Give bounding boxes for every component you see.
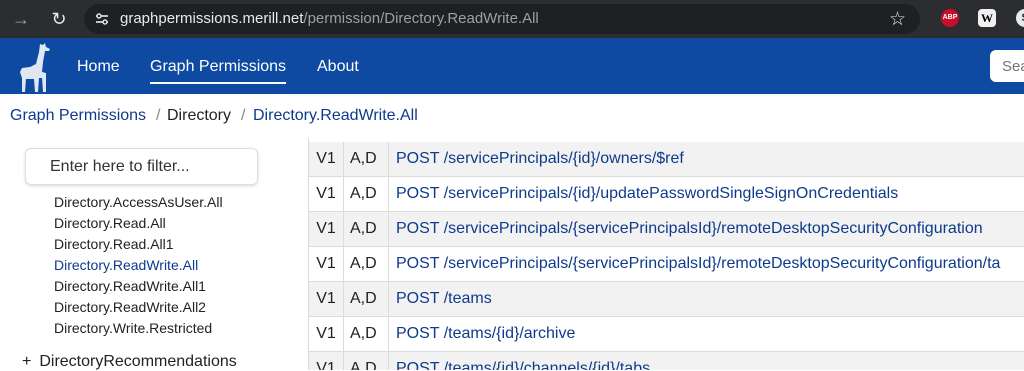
breadcrumb-graph-permissions[interactable]: Graph Permissions	[10, 107, 146, 125]
reload-icon[interactable]: ↻	[46, 6, 72, 32]
sidebar-item-directory-write-restricted[interactable]: Directory.Write.Restricted	[54, 320, 212, 336]
table-row: V1 A,D POST /servicePrincipals/{serviceP…	[309, 212, 1024, 247]
api-link[interactable]: POST /teams	[396, 282, 492, 316]
type-cell: A,D	[344, 247, 389, 281]
breadcrumb-directory[interactable]: Directory	[167, 107, 231, 125]
nav-home[interactable]: Home	[77, 58, 120, 76]
site-search-input[interactable]	[990, 50, 1024, 82]
table-row: V1 A,D POST /teams/{id}/channels/{id}/ta…	[309, 352, 1024, 370]
api-link[interactable]: POST /servicePrincipals/{servicePrincipa…	[396, 247, 1000, 281]
api-table: V1 A,D POST /servicePrincipals/{id}/owne…	[308, 138, 1024, 370]
breadcrumb-current: Directory.ReadWrite.All	[253, 107, 418, 124]
api-link[interactable]: POST /servicePrincipals/{id}/updatePassw…	[396, 177, 898, 211]
address-bar[interactable]: graphpermissions.merill.net/permission/D…	[84, 4, 920, 34]
version-cell: V1	[309, 247, 344, 281]
version-cell: V1	[309, 142, 344, 176]
browser-toolbar: → ↻ graphpermissions.merill.net/permissi…	[0, 0, 1024, 38]
type-cell: A,D	[344, 317, 389, 351]
table-row: V1 A,D POST /servicePrincipals/{id}/owne…	[309, 142, 1024, 177]
sidebar-item-directory-accessasuser-all[interactable]: Directory.AccessAsUser.All	[54, 194, 223, 210]
type-cell: A,D	[344, 352, 389, 370]
api-link[interactable]: POST /teams/{id}/archive	[396, 317, 575, 351]
breadcrumb: Graph Permissions / Directory / Director…	[0, 94, 1024, 139]
sidebar-group-label: DirectoryRecommendations	[39, 353, 237, 370]
forward-icon[interactable]: →	[8, 6, 34, 32]
site-settings-icon[interactable]	[94, 11, 110, 27]
version-cell: V1	[309, 317, 344, 351]
api-link[interactable]: POST /servicePrincipals/{servicePrincipa…	[396, 212, 983, 246]
type-cell: A,D	[344, 142, 389, 176]
bookmark-star-icon[interactable]: ☆	[889, 8, 906, 31]
version-cell: V1	[309, 352, 344, 370]
table-row: V1 A,D POST /servicePrincipals/{id}/upda…	[309, 177, 1024, 212]
permission-sidebar: Directory.AccessAsUser.All Directory.Rea…	[0, 138, 308, 370]
table-row: V1 A,D POST /teams/{id}/archive	[309, 317, 1024, 352]
filter-input[interactable]	[25, 148, 258, 185]
site-navbar: Home Graph Permissions About	[0, 38, 1024, 94]
nav-graph-permissions[interactable]: Graph Permissions	[150, 58, 287, 84]
sidebar-item-directory-read-all1[interactable]: Directory.Read.All1	[54, 236, 174, 252]
url-text[interactable]: graphpermissions.merill.net/permission/D…	[120, 10, 539, 27]
url-path: /permission/Directory.ReadWrite.All	[303, 10, 539, 27]
version-cell: V1	[309, 177, 344, 211]
type-cell: A,D	[344, 212, 389, 246]
sidebar-item-directory-readwrite-all[interactable]: Directory.ReadWrite.All	[54, 257, 198, 273]
sidebar-item-directory-readwrite-all2[interactable]: Directory.ReadWrite.All2	[54, 299, 206, 315]
giraffe-logo-icon[interactable]	[12, 42, 60, 92]
version-cell: V1	[309, 282, 344, 316]
sidebar-item-directory-read-all[interactable]: Directory.Read.All	[54, 215, 166, 231]
extension-s-icon[interactable]: S	[1016, 9, 1024, 27]
breadcrumb-separator: /	[156, 107, 161, 124]
sidebar-item-directory-readwrite-all1[interactable]: Directory.ReadWrite.All1	[54, 278, 206, 294]
api-link[interactable]: POST /teams/{id}/channels/{id}/tabs	[396, 352, 650, 370]
nav-about[interactable]: About	[317, 58, 359, 76]
table-row: V1 A,D POST /teams	[309, 282, 1024, 317]
version-cell: V1	[309, 212, 344, 246]
sidebar-group-directoryrecommendations[interactable]: + DirectoryRecommendations	[22, 353, 237, 371]
table-row: V1 A,D POST /servicePrincipals/{serviceP…	[309, 247, 1024, 282]
api-link[interactable]: POST /servicePrincipals/{id}/owners/$ref	[396, 142, 684, 176]
expand-plus-icon[interactable]: +	[22, 353, 31, 370]
type-cell: A,D	[344, 177, 389, 211]
breadcrumb-separator: /	[241, 107, 246, 124]
url-host: graphpermissions.merill.net	[120, 10, 304, 27]
type-cell: A,D	[344, 282, 389, 316]
wikipedia-icon[interactable]: W	[978, 9, 996, 27]
adblock-plus-icon[interactable]: ABP	[941, 9, 959, 27]
